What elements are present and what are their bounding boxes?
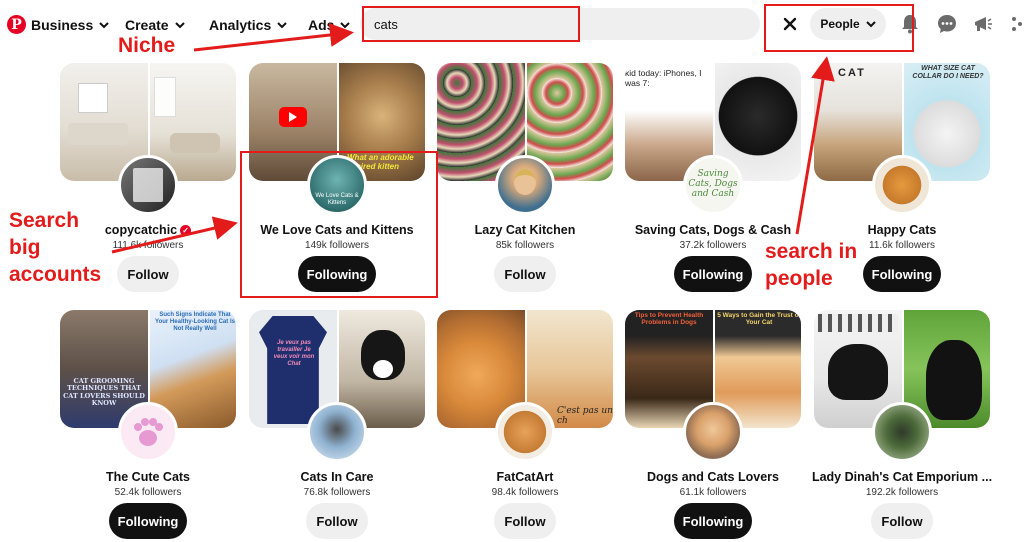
- profile-name[interactable]: The Cute Cats: [50, 470, 246, 484]
- profile-name[interactable]: Lady Dinah's Cat Emporium ...: [804, 470, 1000, 484]
- play-icon: [279, 107, 307, 127]
- nav-analytics[interactable]: Analytics: [209, 15, 287, 35]
- following-button[interactable]: Following: [674, 256, 752, 292]
- follow-button[interactable]: Follow: [871, 503, 933, 539]
- profile-name[interactable]: copycatchic ✓: [50, 223, 246, 237]
- nav-create-label: Create: [125, 17, 169, 33]
- search-highlight-box: [362, 6, 580, 42]
- follower-count: 52.4k followers: [114, 487, 182, 498]
- message-icon[interactable]: [935, 12, 959, 36]
- pinterest-people-search-page: P Business Create Analytics Ads People: [0, 0, 1024, 542]
- account-highlight-box: [240, 151, 438, 298]
- nav-business[interactable]: Business: [31, 15, 109, 35]
- annotation-search-line3: accounts: [9, 263, 102, 286]
- follow-button[interactable]: Follow: [494, 503, 556, 539]
- avatar[interactable]: [683, 402, 743, 462]
- profile-name[interactable]: Cats In Care: [239, 470, 435, 484]
- follower-count: 61.1k followers: [679, 487, 747, 498]
- pinterest-logo-icon[interactable]: P: [7, 15, 26, 34]
- nav-create[interactable]: Create: [125, 15, 185, 35]
- avatar[interactable]: [118, 155, 178, 215]
- follower-count: 98.4k followers: [491, 487, 559, 498]
- avatar[interactable]: [872, 402, 932, 462]
- following-button[interactable]: Following: [863, 256, 941, 292]
- nav-business-label: Business: [31, 17, 94, 33]
- follower-count: 76.8k followers: [303, 487, 371, 498]
- profile-name[interactable]: Dogs and Cats Lovers: [615, 470, 811, 484]
- nav-analytics-label: Analytics: [209, 17, 272, 33]
- profile-name[interactable]: Saving Cats, Dogs & Cash: [615, 223, 811, 237]
- annotation-people-line1: search in: [765, 240, 858, 263]
- people-filter-highlight-box: [764, 4, 914, 52]
- annotation-niche: Niche: [118, 34, 176, 57]
- chevron-down-icon: [277, 21, 287, 28]
- avatar[interactable]: [118, 402, 178, 462]
- chevron-down-icon: [174, 21, 185, 28]
- chevron-down-icon: [340, 21, 351, 28]
- annotation-search-line1: Search: [9, 209, 80, 232]
- follow-button[interactable]: Follow: [494, 256, 556, 292]
- avatar[interactable]: Saving Cats, Dogs and Cash: [683, 155, 743, 215]
- annotation-search-line2: big: [9, 236, 41, 259]
- nav-ads-label: Ads: [308, 17, 335, 33]
- nav-ads[interactable]: Ads: [308, 15, 351, 35]
- avatar[interactable]: [872, 155, 932, 215]
- follower-count: 192.2k followers: [865, 487, 939, 498]
- follow-button[interactable]: Follow: [117, 256, 179, 292]
- annotation-people-line2: people: [765, 267, 833, 290]
- follower-count: 85k followers: [495, 240, 555, 251]
- profile-name[interactable]: FatCatArt: [427, 470, 623, 484]
- avatar[interactable]: [495, 155, 555, 215]
- following-button[interactable]: Following: [109, 503, 187, 539]
- megaphone-icon[interactable]: [971, 12, 995, 36]
- follower-count: 111.6k followers: [112, 240, 184, 251]
- chevron-down-icon: [99, 21, 109, 28]
- paw-icon: [134, 418, 163, 446]
- account-menu-icon[interactable]: [1005, 12, 1024, 36]
- avatar[interactable]: [307, 402, 367, 462]
- avatar[interactable]: [495, 402, 555, 462]
- verified-badge-icon: ✓: [180, 225, 192, 236]
- profile-name[interactable]: Lazy Cat Kitchen: [427, 223, 623, 237]
- profile-name[interactable]: Happy Cats: [804, 223, 1000, 237]
- following-button[interactable]: Following: [674, 503, 752, 539]
- follow-button[interactable]: Follow: [306, 503, 368, 539]
